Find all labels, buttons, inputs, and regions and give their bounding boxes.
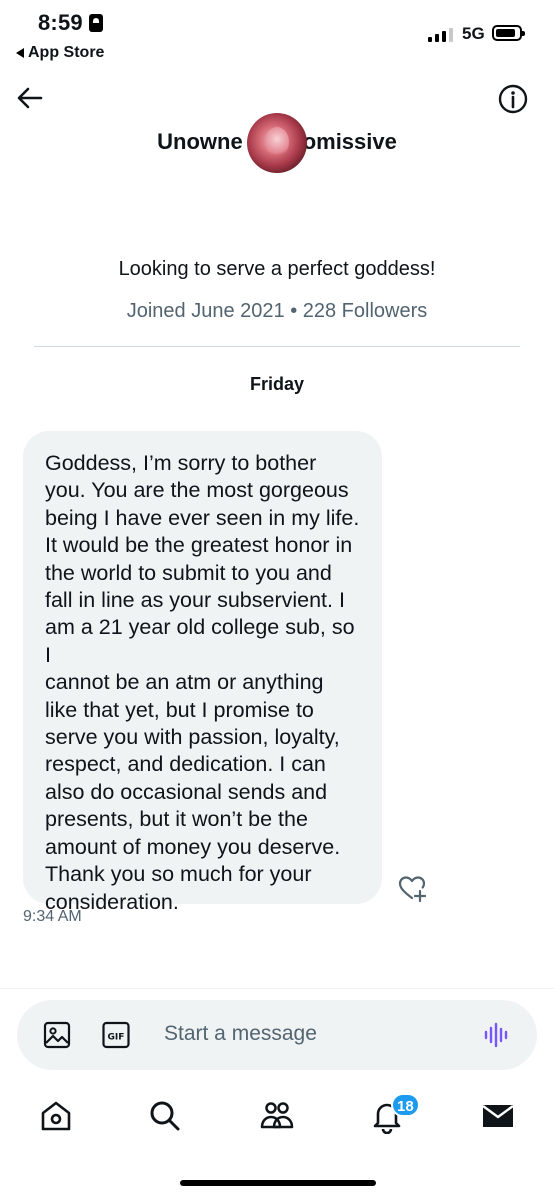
- divider: [34, 346, 520, 347]
- react-heart-icon[interactable]: [396, 872, 428, 904]
- day-label: Friday: [249, 374, 305, 394]
- info-icon[interactable]: [497, 83, 529, 115]
- id-badge-icon: [88, 14, 103, 32]
- home-indicator[interactable]: [180, 1180, 376, 1186]
- avatar[interactable]: [247, 113, 307, 173]
- message-bubble[interactable]: Goddess, I’m sorry to bother you. You ar…: [23, 431, 382, 914]
- gif-icon-label: GIF: [108, 1033, 125, 1043]
- message-timestamp: 9:34 AM: [23, 908, 82, 925]
- back-app-label: App Store: [28, 44, 105, 61]
- network-label: 5G: [462, 24, 485, 43]
- composer-separator: [0, 988, 554, 989]
- search-icon[interactable]: [147, 1098, 183, 1134]
- title-prefix: Unowne: [157, 129, 243, 154]
- voice-icon[interactable]: [482, 1020, 512, 1050]
- title-suffix: omissive: [302, 129, 397, 154]
- message-text: Goddess, I’m sorry to bother you. You ar…: [45, 451, 360, 914]
- signal-icon: [428, 26, 453, 42]
- back-to-app-link[interactable]: App Store: [16, 44, 104, 62]
- mail-icon[interactable]: [480, 1098, 516, 1134]
- home-icon[interactable]: [38, 1098, 74, 1134]
- status-time-text: 8:59: [38, 10, 83, 35]
- battery-icon: [492, 25, 525, 41]
- gif-icon[interactable]: GIF: [101, 1020, 131, 1050]
- people-icon[interactable]: [259, 1098, 295, 1134]
- back-triangle-icon: [16, 48, 24, 58]
- notifications-badge: 18: [391, 1093, 420, 1117]
- profile-meta: Joined June 2021 • 228 Followers: [126, 300, 428, 322]
- status-time: 8:59: [38, 10, 103, 36]
- profile-bio: Looking to serve a perfect goddess!: [118, 258, 436, 280]
- message-input[interactable]: Start a message: [164, 1022, 317, 1046]
- image-icon[interactable]: [42, 1020, 72, 1050]
- back-arrow-icon[interactable]: [14, 82, 46, 114]
